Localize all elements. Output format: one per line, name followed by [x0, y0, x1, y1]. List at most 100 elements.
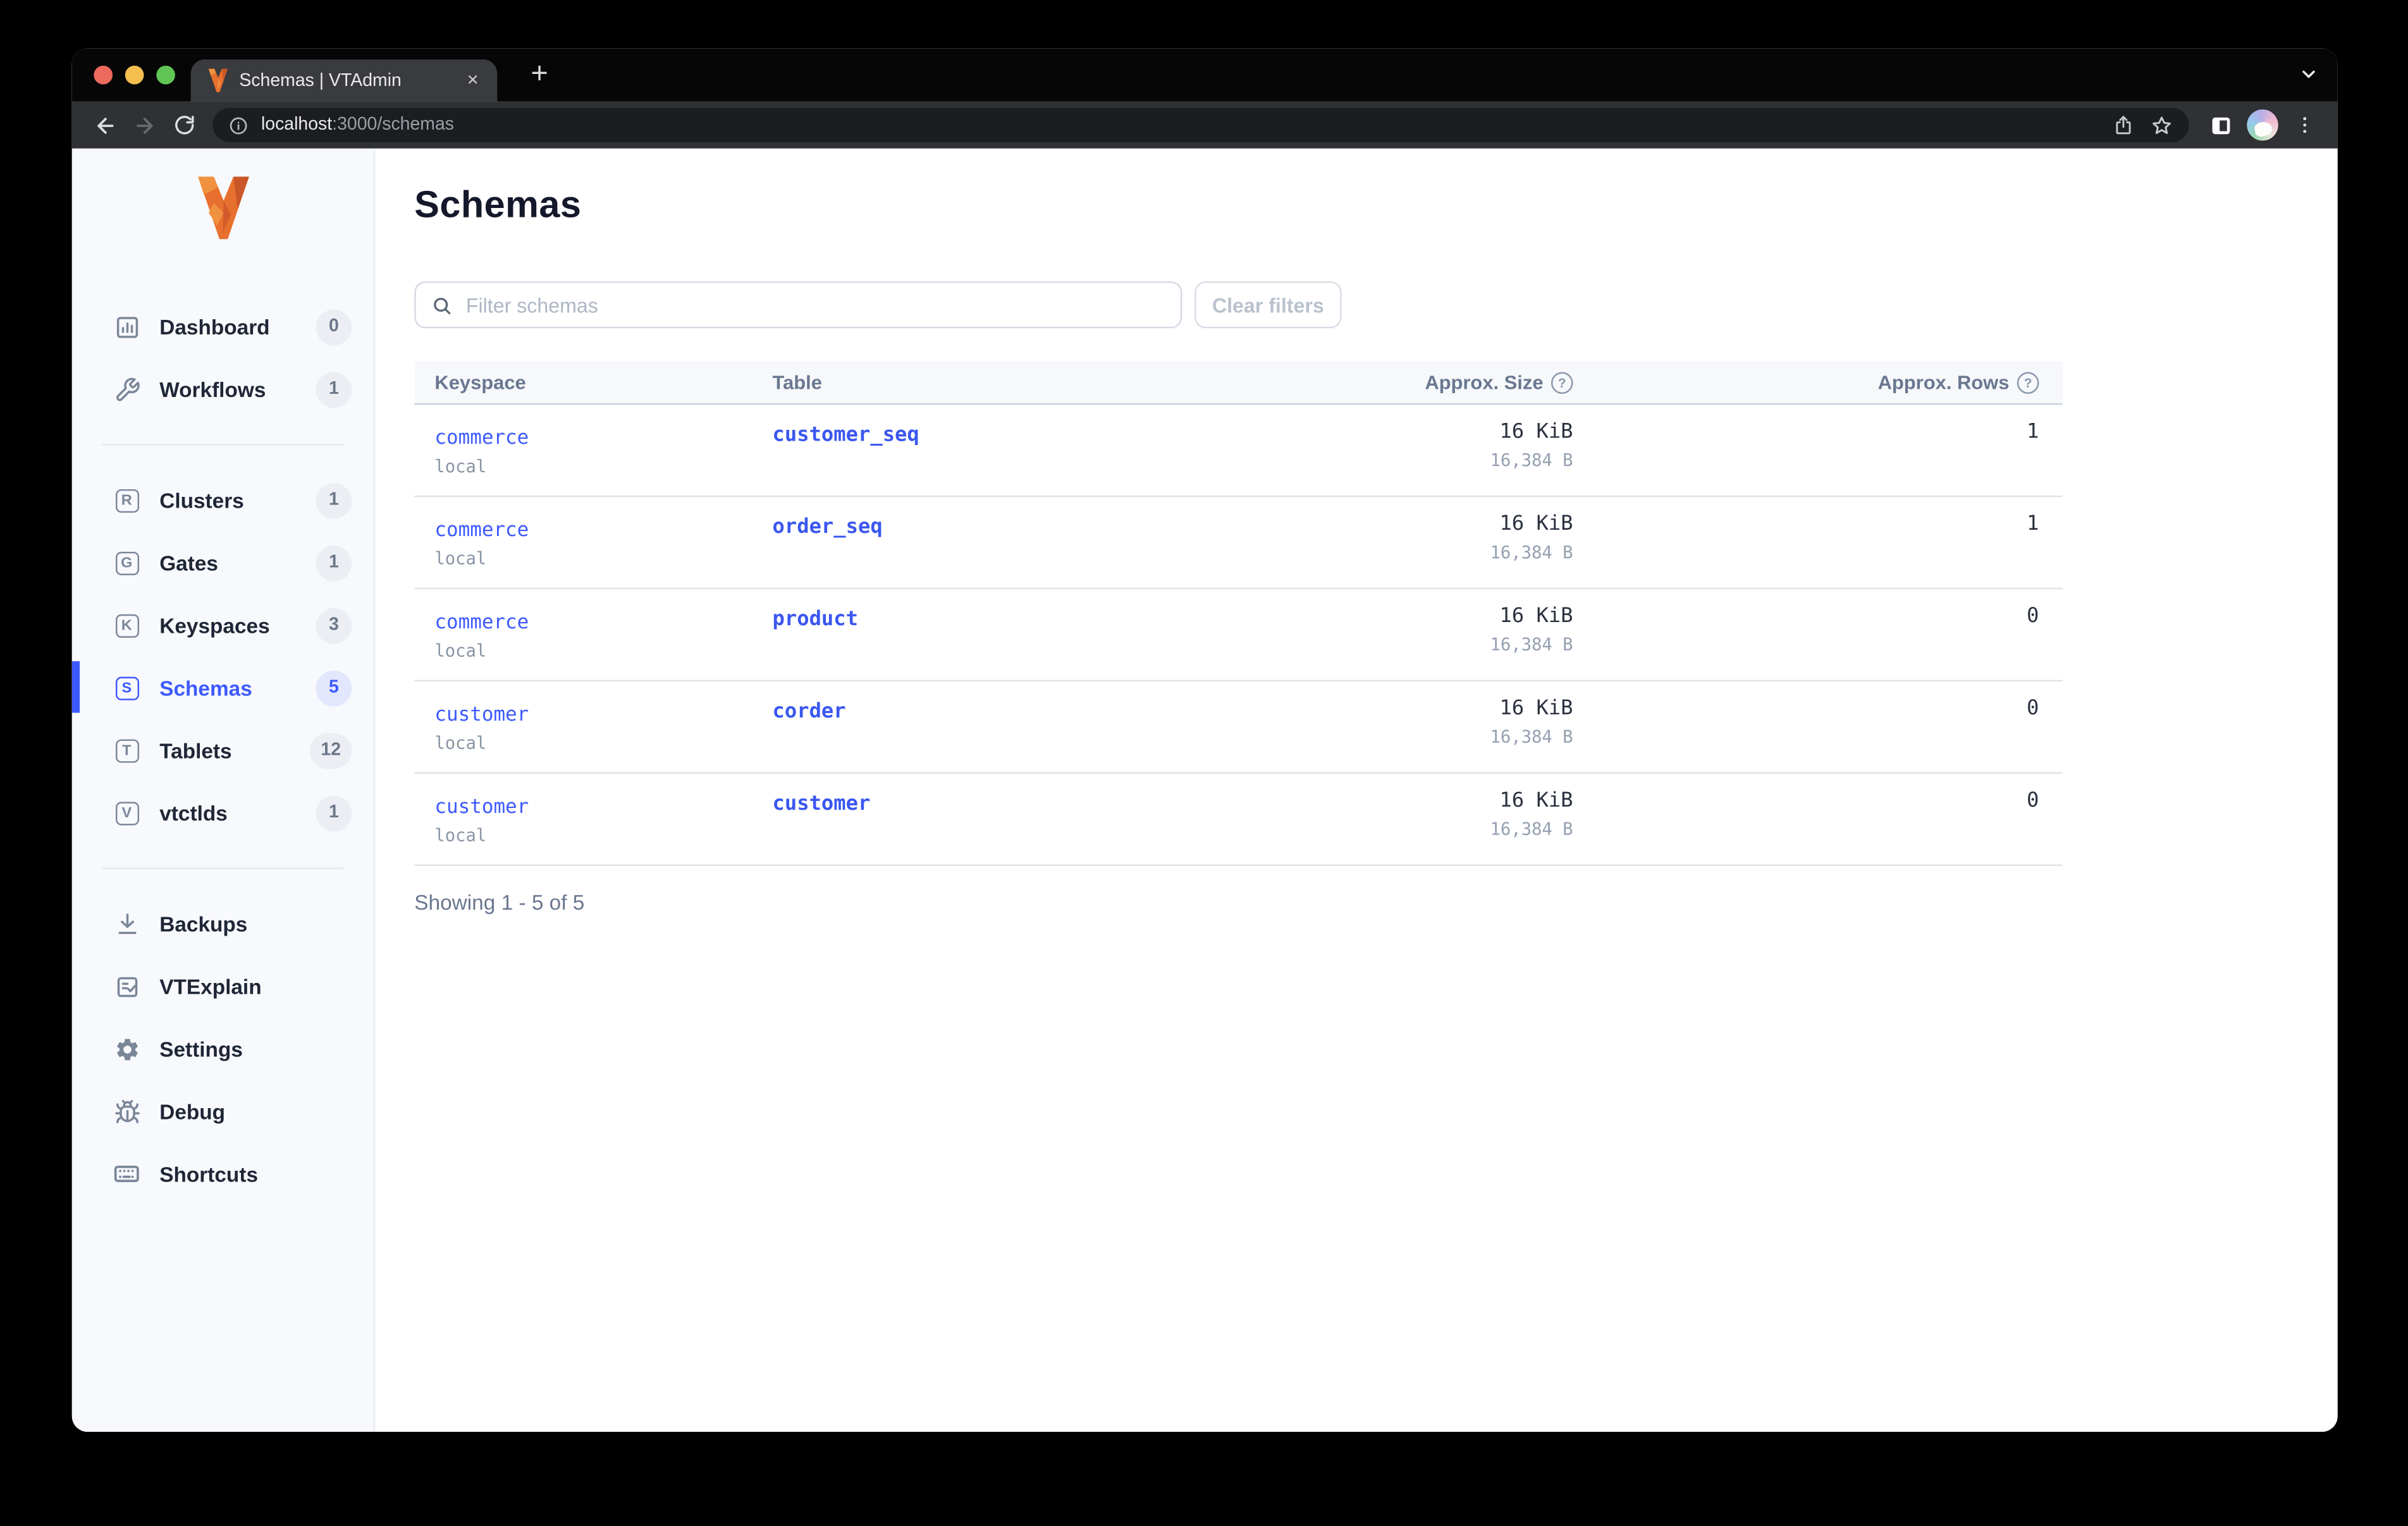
- profile-avatar[interactable]: [2247, 109, 2278, 141]
- window-controls: [94, 65, 175, 85]
- sidebar-item-gates[interactable]: G Gates 1: [72, 532, 374, 594]
- sidebar-item-tablets[interactable]: T Tablets 12: [72, 719, 374, 781]
- address-bar[interactable]: localhost:3000/schemas: [212, 107, 2189, 143]
- approx-size-value: 16 KiB: [1499, 513, 1573, 537]
- sidebar-divider: [101, 444, 344, 446]
- maximize-window-button[interactable]: [156, 65, 175, 85]
- gear-icon: [113, 1035, 141, 1063]
- browser-menu-icon[interactable]: [2285, 106, 2324, 145]
- table-link[interactable]: customer_seq: [773, 424, 919, 447]
- sidebar-divider: [101, 867, 344, 869]
- table-link[interactable]: customer: [773, 793, 871, 816]
- minimize-window-button[interactable]: [125, 65, 144, 85]
- reload-button[interactable]: [164, 106, 204, 145]
- sidebar-item-shortcuts[interactable]: Shortcuts: [72, 1143, 374, 1206]
- sidebar-item-label: Backups: [159, 912, 248, 936]
- screen: Schemas | VTAdmin × + localhost:3000/sch…: [0, 0, 2408, 1526]
- column-header-approx-size: Approx. Size ?: [1104, 371, 1573, 393]
- table-link[interactable]: product: [773, 608, 858, 632]
- keyspaces-icon: K: [113, 611, 141, 640]
- url-path: :3000/schemas: [332, 115, 455, 135]
- keyspace-link[interactable]: commerce: [434, 425, 529, 449]
- sidebar-item-label: Workflows: [159, 377, 266, 401]
- side-panel-icon[interactable]: [2202, 106, 2241, 145]
- sidebar-item-workflows[interactable]: Workflows 1: [72, 358, 374, 420]
- sidebar-item-dashboard[interactable]: Dashboard 0: [72, 295, 374, 358]
- sidebar-item-badge: 5: [316, 669, 352, 706]
- dashboard-icon: [113, 313, 141, 341]
- chevron-down-icon[interactable]: [2299, 64, 2319, 84]
- share-icon[interactable]: [2104, 108, 2142, 142]
- keyspace-link[interactable]: commerce: [434, 609, 529, 633]
- table-cell: customer: [752, 790, 1103, 865]
- filter-schemas-input[interactable]: [462, 291, 1165, 319]
- sidebar-item-schemas[interactable]: S Schemas 5: [71, 657, 374, 719]
- vtctlds-icon: V: [113, 799, 141, 827]
- keyspace-link[interactable]: customer: [434, 794, 529, 817]
- site-info-icon[interactable]: [228, 115, 249, 135]
- size-bytes-value: 16,384 B: [1490, 634, 1573, 656]
- table-cell: corder: [752, 697, 1103, 772]
- tablets-icon: T: [113, 736, 141, 765]
- sidebar-item-label: Keyspaces: [159, 613, 270, 637]
- sidebar-item-label: Gates: [159, 551, 219, 575]
- cluster-name: local: [434, 825, 487, 846]
- keyspace-cell: customer local: [414, 790, 752, 865]
- sidebar-item-badge: 1: [316, 482, 352, 518]
- tab-close-icon[interactable]: ×: [462, 68, 483, 94]
- forward-button[interactable]: [125, 106, 164, 145]
- approx-rows-value: 0: [2027, 789, 2039, 813]
- keyspace-cell: commerce local: [414, 605, 752, 680]
- cluster-name: local: [434, 456, 487, 477]
- sidebar-item-label: Debug: [159, 1099, 226, 1123]
- sidebar-item-badge: 3: [316, 607, 352, 644]
- help-icon[interactable]: ?: [2017, 371, 2039, 393]
- download-icon: [113, 910, 141, 938]
- sidebar-item-label: Schemas: [159, 676, 252, 700]
- tab-title: Schemas | VTAdmin: [239, 71, 402, 90]
- sidebar-item-keyspaces[interactable]: K Keyspaces 3: [72, 594, 374, 657]
- table-link[interactable]: corder: [773, 700, 846, 724]
- size-bytes-value: 16,384 B: [1490, 726, 1573, 747]
- approx-rows-cell: 0: [1573, 697, 2063, 772]
- keyboard-icon: [113, 1160, 141, 1188]
- bug-icon: [113, 1097, 141, 1126]
- help-icon[interactable]: ?: [1551, 371, 1573, 393]
- main-content: Schemas Clear filters Keyspace Table App…: [375, 148, 2338, 1432]
- sidebar-item-settings[interactable]: Settings: [72, 1018, 374, 1080]
- url-text: localhost:3000/schemas: [261, 116, 454, 135]
- sidebar-item-vtctlds[interactable]: V vtctlds 1: [72, 781, 374, 844]
- sidebar-item-debug[interactable]: Debug: [72, 1080, 374, 1143]
- sidebar-item-backups[interactable]: Backups: [72, 893, 374, 955]
- keyspace-link[interactable]: commerce: [434, 517, 529, 540]
- sidebar-item-vtexplain[interactable]: VTExplain: [72, 955, 374, 1018]
- approx-rows-value: 1: [2027, 513, 2039, 537]
- table-cell: order_seq: [752, 513, 1103, 588]
- page-title: Schemas: [414, 184, 582, 227]
- sidebar-item-label: Clusters: [159, 488, 244, 512]
- sidebar-item-label: VTExplain: [159, 974, 262, 998]
- browser-tab[interactable]: Schemas | VTAdmin ×: [190, 59, 498, 102]
- approx-size-value: 16 KiB: [1499, 697, 1573, 721]
- size-bytes-value: 16,384 B: [1490, 450, 1573, 471]
- vitess-logo: [197, 176, 249, 240]
- approx-rows-cell: 0: [1573, 605, 2063, 680]
- approx-size-cell: 16 KiB 16,384 B: [1104, 605, 1573, 680]
- close-window-button[interactable]: [94, 65, 113, 85]
- filter-row: Clear filters: [414, 281, 2337, 329]
- sidebar-item-clusters[interactable]: R Clusters 1: [72, 469, 374, 532]
- bookmark-star-icon[interactable]: [2142, 108, 2180, 142]
- approx-size-cell: 16 KiB 16,384 B: [1104, 790, 1573, 865]
- new-tab-button[interactable]: +: [520, 56, 558, 94]
- keyspace-cell: customer local: [414, 697, 752, 772]
- keyspace-link[interactable]: customer: [434, 702, 529, 725]
- back-button[interactable]: [86, 106, 125, 145]
- wrench-icon: [113, 375, 141, 403]
- table-row: customer local customer 16 KiB 16,384 B …: [414, 774, 2063, 866]
- sidebar-item-label: Shortcuts: [159, 1162, 259, 1186]
- cluster-name: local: [434, 733, 487, 754]
- clear-filters-button[interactable]: Clear filters: [1195, 281, 1342, 329]
- table-row: commerce local customer_seq 16 KiB 16,38…: [414, 405, 2063, 497]
- browser-window: Schemas | VTAdmin × + localhost:3000/sch…: [71, 48, 2338, 1432]
- table-link[interactable]: order_seq: [773, 516, 883, 539]
